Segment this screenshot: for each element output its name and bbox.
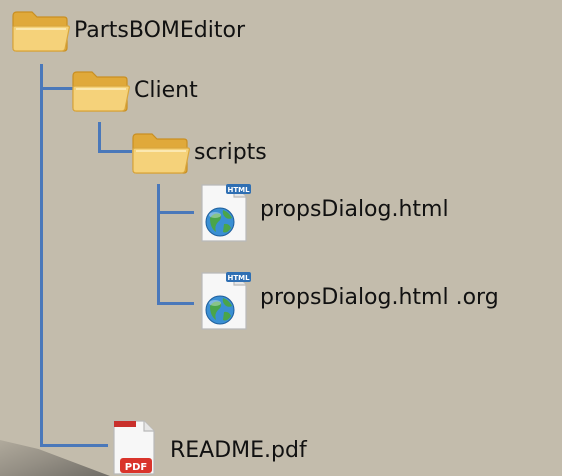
folder-icon <box>72 71 130 112</box>
tree-item-scripts[interactable]: scripts <box>130 130 267 176</box>
tree-line-file1-horizontal <box>157 211 194 214</box>
tree-line-scripts-vertical <box>157 184 160 305</box>
file-badge: PDF <box>125 462 147 473</box>
html-file-icon: HTML <box>201 272 251 330</box>
file-badge: HTML <box>227 186 250 194</box>
tree-item-label: propsDialog.html .org <box>260 285 499 310</box>
tree-item-label: scripts <box>194 140 267 165</box>
pdf-file-icon: PDF <box>113 420 155 475</box>
tree-line-file2-horizontal <box>157 302 194 305</box>
tree-item-readme-pdf[interactable]: PDF README.pdf <box>106 418 307 476</box>
html-file-icon: HTML <box>201 184 251 242</box>
tree-line-scripts-horizontal <box>98 150 132 153</box>
tree-line-client-horizontal <box>40 87 74 90</box>
tree-item-label: README.pdf <box>170 438 307 463</box>
tree-item-partsbomeditor[interactable]: PartsBOMEditor <box>10 8 245 54</box>
tree-item-label: propsDialog.html <box>260 197 449 222</box>
file-badge: HTML <box>227 274 250 282</box>
tree-line-readme-horizontal <box>40 444 108 447</box>
tree-item-label: Client <box>134 78 198 103</box>
tree-item-label: PartsBOMEditor <box>74 18 246 43</box>
tree-line-root-vertical <box>40 64 43 447</box>
folder-icon <box>132 133 190 174</box>
folder-icon <box>12 11 70 52</box>
tree-item-client[interactable]: Client <box>70 68 198 114</box>
tree-line-client-vertical <box>98 122 101 153</box>
tree-item-propsdialog-html[interactable]: HTML propsDialog.html <box>196 182 449 244</box>
tree-item-propsdialog-html-org[interactable]: HTML propsDialog.html .org <box>196 270 499 332</box>
